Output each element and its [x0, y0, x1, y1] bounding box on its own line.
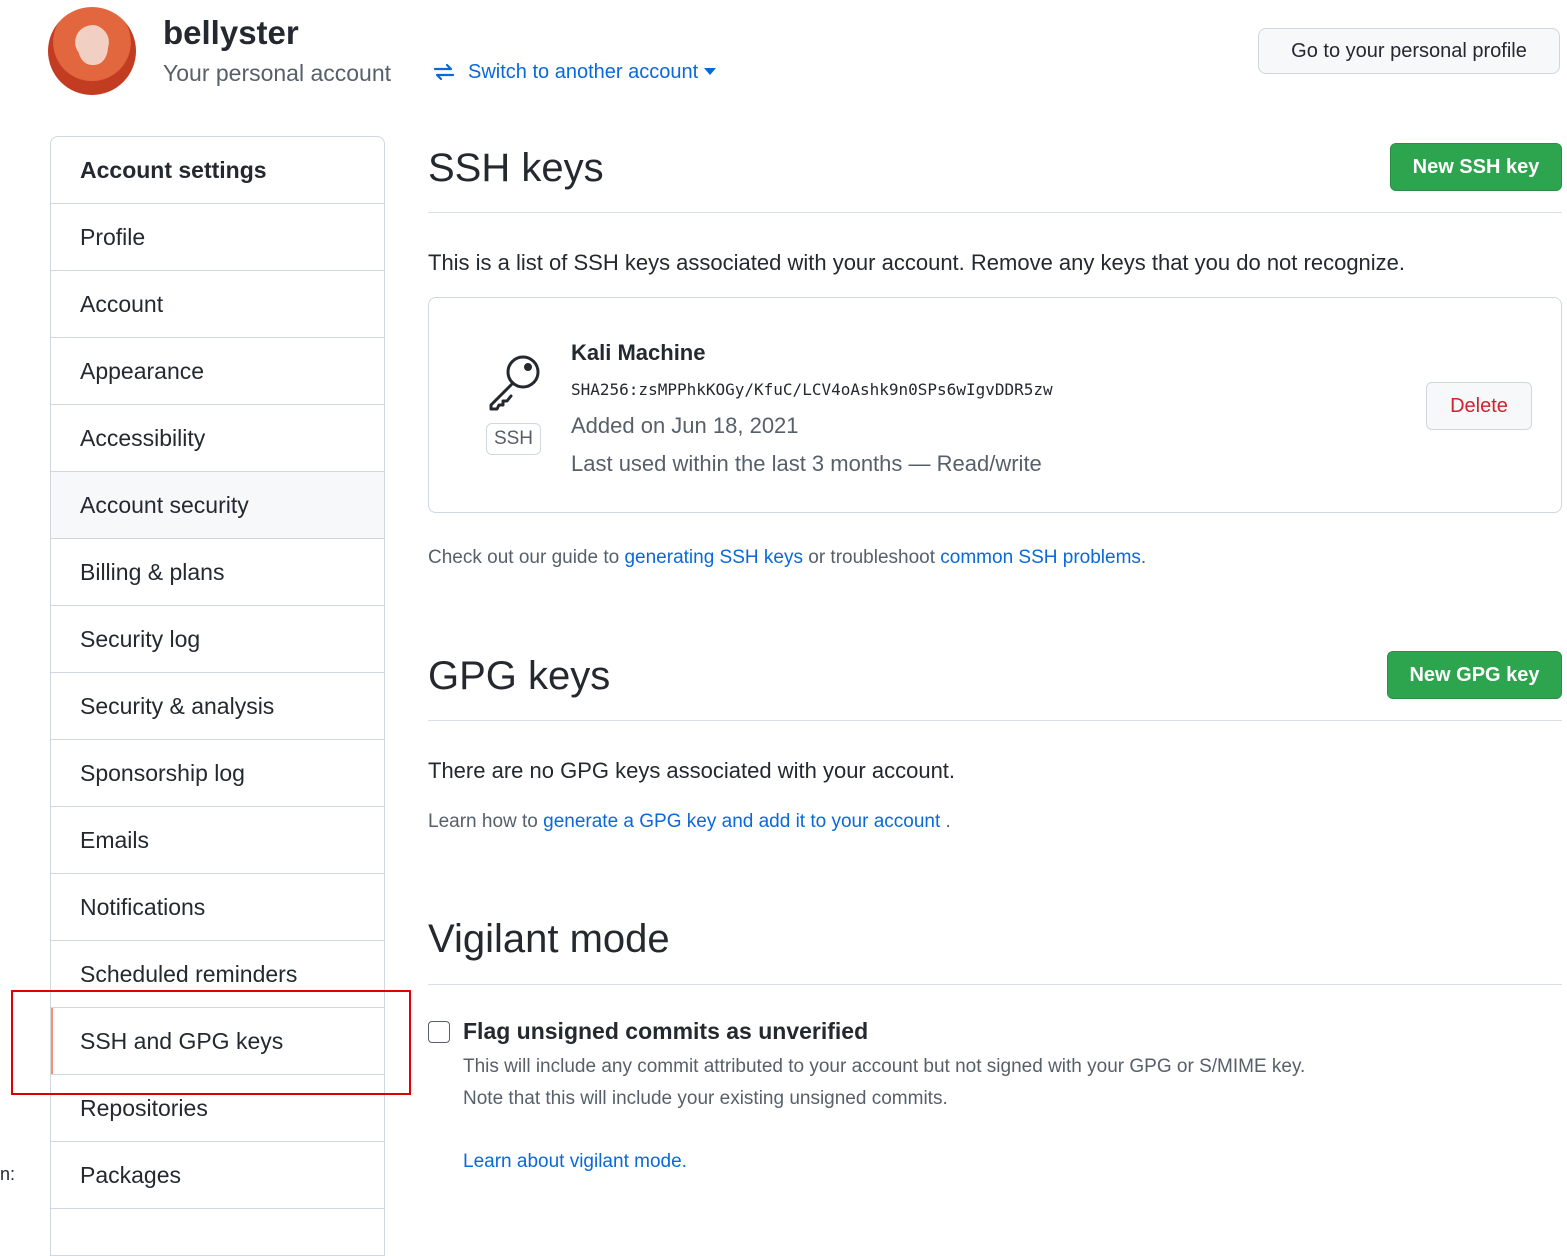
ssh-key-name: Kali Machine: [571, 340, 706, 365]
gpg-learn-suffix: .: [940, 811, 951, 832]
sidebar-heading: Account settings: [51, 137, 384, 204]
go-to-profile-button[interactable]: Go to your personal profile: [1258, 28, 1560, 74]
ssh-key-added-date: Added on Jun 18, 2021: [571, 413, 799, 438]
learn-vigilant-mode-link[interactable]: Learn about vigilant mode.: [463, 1151, 687, 1173]
key-icon: [489, 355, 540, 411]
sidebar-item-accessibility[interactable]: Accessibility: [51, 405, 384, 472]
common-ssh-problems-link[interactable]: common SSH problems: [940, 547, 1141, 568]
delete-ssh-key-button[interactable]: Delete: [1426, 382, 1532, 430]
gpg-keys-title: GPG keys: [428, 654, 611, 698]
switch-account-link[interactable]: Switch to another account: [432, 60, 728, 84]
sidebar-item-sponsorship-log[interactable]: Sponsorship log: [51, 740, 384, 807]
switch-account-label: Switch to another account: [468, 60, 699, 83]
flag-unsigned-commits-label[interactable]: Flag unsigned commits as unverified: [463, 1018, 868, 1045]
generating-ssh-keys-link[interactable]: generating SSH keys: [624, 547, 803, 568]
caret-down-icon: [704, 68, 717, 75]
sidebar-item-packages[interactable]: Packages: [51, 1142, 384, 1209]
gpg-empty-text: There are no GPG keys associated with yo…: [428, 758, 956, 783]
sidebar-item-notifications[interactable]: Notifications: [51, 874, 384, 941]
sidebar-item-billing[interactable]: Billing & plans: [51, 539, 384, 606]
switch-arrows-icon: [433, 63, 455, 81]
new-ssh-key-button[interactable]: New SSH key: [1390, 143, 1562, 191]
ssh-help-text: Check out our guide to generating SSH ke…: [428, 547, 1146, 569]
ssh-help-prefix: Check out our guide to: [428, 547, 625, 568]
sidebar-item-appearance[interactable]: Appearance: [51, 338, 384, 405]
new-gpg-key-button[interactable]: New GPG key: [1387, 651, 1562, 699]
gpg-learn-prefix: Learn how to: [428, 811, 544, 832]
sidebar-item-profile[interactable]: Profile: [51, 204, 384, 271]
avatar-face: [78, 25, 108, 65]
vigilant-note-1: This will include any commit attributed …: [463, 1056, 1306, 1077]
ssh-key-fingerprint: SHA256:zsMPPhkKOGy/KfuC/LCV4oAshk9n0SPs6…: [571, 380, 1053, 399]
gpg-learn-text: Learn how to generate a GPG key and add …: [428, 811, 951, 833]
ssh-help-middle: or troubleshoot: [802, 547, 941, 568]
gpg-divider: [428, 720, 1562, 721]
ssh-type-label: SSH: [486, 423, 541, 455]
ssh-description: This is a list of SSH keys associated wi…: [428, 250, 1406, 275]
sidebar-item-emails[interactable]: Emails: [51, 807, 384, 874]
ssh-key-last-used: Last used within the last 3 months — Rea…: [571, 451, 1042, 476]
sidebar-item-security-log[interactable]: Security log: [51, 606, 384, 673]
sidebar-item-account-security[interactable]: Account security: [51, 472, 384, 539]
username[interactable]: bellyster: [163, 14, 299, 52]
flag-unsigned-commits-checkbox[interactable]: [428, 1021, 450, 1043]
edge-text-fragment: n:: [0, 1164, 16, 1184]
vigilant-divider: [428, 984, 1562, 985]
ssh-key-row: SSH Kali Machine SHA256:zsMPPhkKOGy/KfuC…: [428, 297, 1562, 513]
vigilant-note-2: Note that this will include your existin…: [463, 1088, 948, 1109]
vigilant-mode-title: Vigilant mode: [428, 917, 670, 961]
ssh-help-suffix: .: [1140, 547, 1147, 568]
ssh-keys-title: SSH keys: [428, 146, 604, 190]
annotation-highlight-box: [11, 990, 411, 1095]
generate-gpg-key-link[interactable]: generate a GPG key and add it to your ac…: [543, 811, 940, 832]
avatar[interactable]: [48, 7, 136, 95]
sidebar-item-security-analysis[interactable]: Security & analysis: [51, 673, 384, 740]
ssh-divider: [428, 212, 1562, 213]
account-type: Your personal account: [163, 60, 392, 86]
sidebar-item-account[interactable]: Account: [51, 271, 384, 338]
